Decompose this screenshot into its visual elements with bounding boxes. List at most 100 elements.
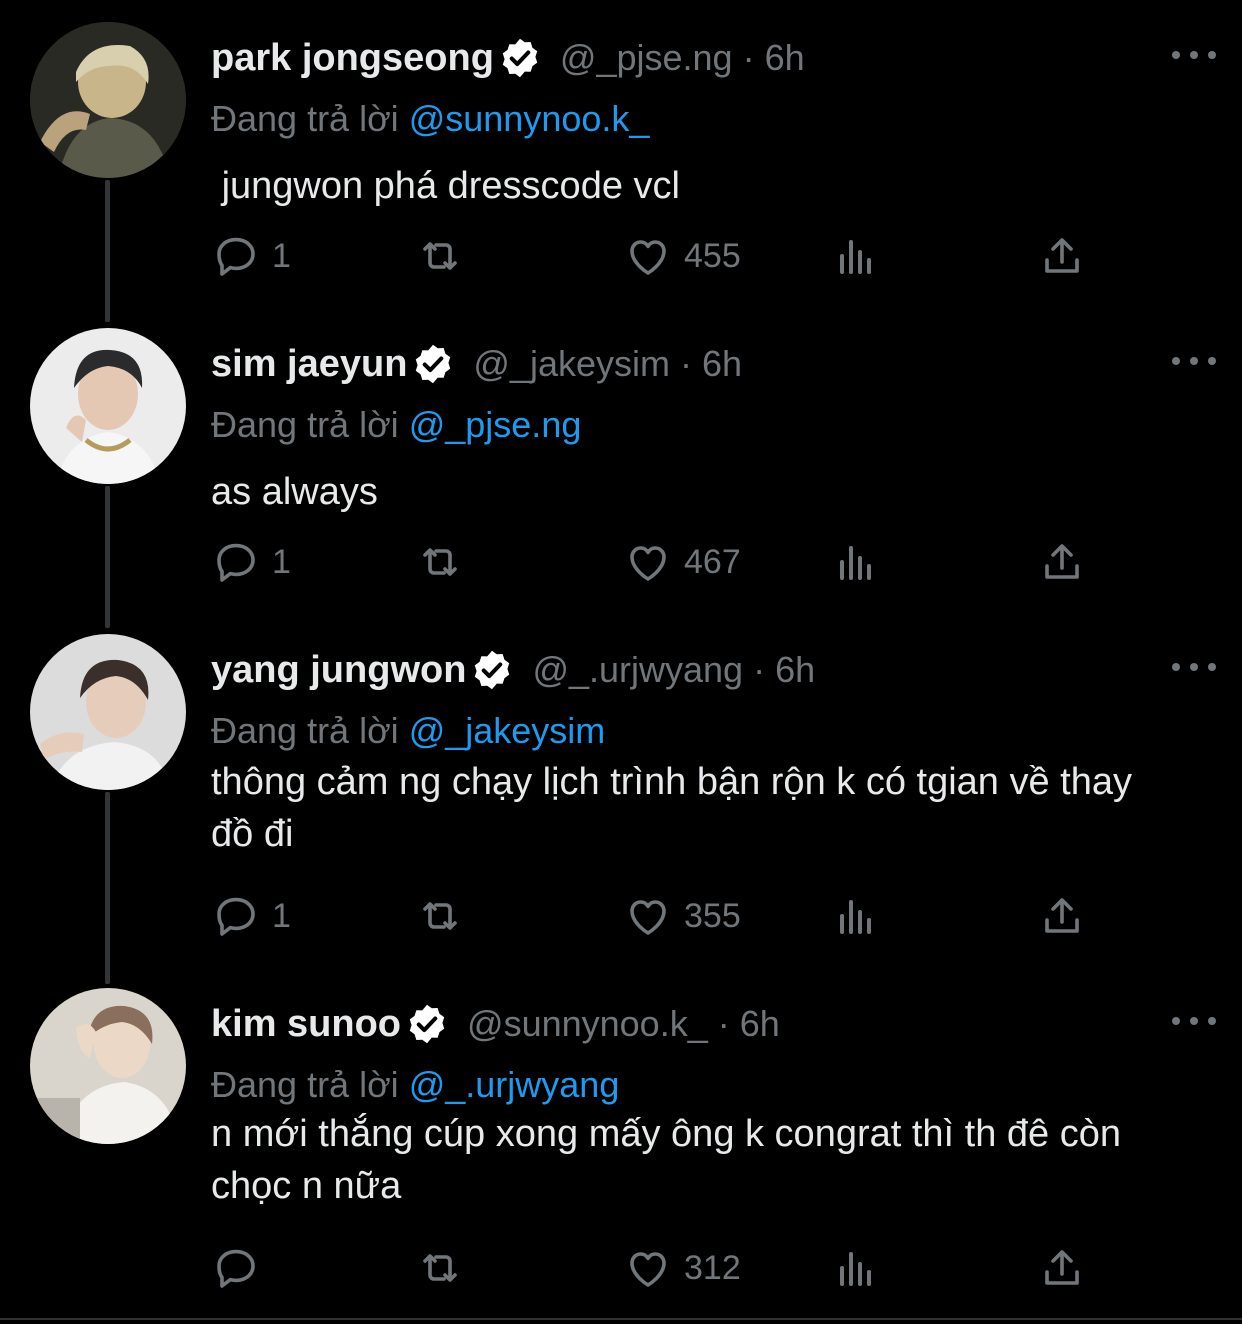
separator-dot: · xyxy=(680,343,693,384)
verified-icon xyxy=(405,1002,449,1046)
separator-dot: · xyxy=(753,649,766,690)
timestamp[interactable]: 6h xyxy=(765,37,805,79)
share-icon xyxy=(1045,544,1079,579)
tweet-text: n mới thắng cúp xong mấy ông k congrat t… xyxy=(211,1113,1132,1207)
tweet[interactable]: sim jaeyun @_jakeysim · 6h Đang trả lời … xyxy=(0,328,1242,618)
action-bar: 1 355 xyxy=(0,886,1242,946)
user-handle[interactable]: @_jakeysim xyxy=(473,343,670,385)
replying-to-link[interactable]: @_pjse.ng xyxy=(409,404,582,445)
display-name[interactable]: park jongseong xyxy=(211,37,494,80)
reply-button[interactable]: 1 xyxy=(212,226,291,286)
tweet-header: sim jaeyun @_jakeysim · 6h xyxy=(211,336,742,392)
replying-to-link[interactable]: @_.urjwyang xyxy=(409,1064,620,1105)
retweet-icon xyxy=(423,242,457,270)
avatar-image xyxy=(30,22,186,178)
retweet-icon xyxy=(423,1254,457,1282)
more-icon[interactable] xyxy=(1172,346,1216,376)
verified-icon xyxy=(498,36,542,80)
replying-to-link[interactable]: @_jakeysim xyxy=(409,710,606,751)
views-button[interactable] xyxy=(832,1238,892,1298)
avatar[interactable] xyxy=(30,634,186,790)
replying-to-label: Đang trả lời xyxy=(211,710,399,751)
replying-to: Đang trả lời @sunnynoo.k_ xyxy=(211,98,649,140)
avatar[interactable] xyxy=(30,988,186,1144)
views-icon xyxy=(840,1252,871,1286)
views-button[interactable] xyxy=(832,226,892,286)
reply-button[interactable] xyxy=(212,1238,272,1298)
share-icon xyxy=(1045,898,1079,933)
tweet-text: as always xyxy=(211,471,378,513)
replying-to: Đang trả lời @_pjse.ng xyxy=(211,404,581,446)
user-handle[interactable]: @sunnynoo.k_ xyxy=(467,1003,708,1045)
replying-to-link[interactable]: @sunnynoo.k_ xyxy=(409,98,650,139)
like-count: 467 xyxy=(684,542,741,581)
like-button[interactable]: 312 xyxy=(624,1238,741,1298)
tweet[interactable]: park jongseong @_pjse.ng · 6h Đang trả l… xyxy=(0,22,1242,312)
tweet[interactable]: yang jungwon @_.urjwyang · 6h Đang trả l… xyxy=(0,634,1242,974)
avatar[interactable] xyxy=(30,22,186,178)
more-icon[interactable] xyxy=(1172,40,1216,70)
avatar-image xyxy=(30,634,186,790)
user-handle[interactable]: @_.urjwyang xyxy=(532,649,743,691)
verified-icon xyxy=(411,342,455,386)
views-icon xyxy=(840,240,871,274)
views-button[interactable] xyxy=(832,532,892,592)
reply-button[interactable]: 1 xyxy=(212,532,291,592)
separator-dot: · xyxy=(742,37,755,78)
like-button[interactable]: 455 xyxy=(624,226,741,286)
retweet-button[interactable] xyxy=(416,886,476,946)
avatar[interactable] xyxy=(30,328,186,484)
display-name[interactable]: kim sunoo xyxy=(211,1003,401,1046)
retweet-icon xyxy=(423,902,457,930)
verified-icon xyxy=(470,648,514,692)
share-icon xyxy=(1045,238,1079,273)
like-button[interactable]: 467 xyxy=(624,532,741,592)
reply-count: 1 xyxy=(272,236,291,275)
replying-to: Đang trả lời @_.urjwyang xyxy=(211,1064,619,1106)
tweet-text: thông cảm ng chạy lịch trình bận rộn k c… xyxy=(211,761,1143,855)
reply-count: 1 xyxy=(272,542,291,581)
views-icon xyxy=(840,546,871,580)
share-button[interactable] xyxy=(1038,1238,1086,1298)
more-icon[interactable] xyxy=(1172,1006,1216,1036)
share-button[interactable] xyxy=(1038,226,1086,286)
timestamp[interactable]: 6h xyxy=(702,343,742,385)
share-icon xyxy=(1045,1250,1079,1285)
separator-dot: · xyxy=(717,1003,730,1044)
action-bar: 1 455 xyxy=(0,226,1242,286)
share-button[interactable] xyxy=(1038,532,1086,592)
timestamp[interactable]: 6h xyxy=(775,649,815,691)
reply-count: 1 xyxy=(272,896,291,935)
tweet-header: kim sunoo @sunnynoo.k_ · 6h xyxy=(211,996,780,1052)
display-name[interactable]: yang jungwon xyxy=(211,649,466,692)
reply-icon xyxy=(217,543,255,582)
more-icon[interactable] xyxy=(1172,652,1216,682)
reply-button[interactable]: 1 xyxy=(212,886,291,946)
replying-to-label: Đang trả lời xyxy=(211,98,399,139)
reply-icon xyxy=(217,1249,255,1288)
like-button[interactable]: 355 xyxy=(624,886,741,946)
avatar-image xyxy=(30,328,186,484)
share-button[interactable] xyxy=(1038,886,1086,946)
replying-to: Đang trả lời @_jakeysim xyxy=(211,710,605,752)
retweet-button[interactable] xyxy=(416,532,476,592)
heart-icon xyxy=(630,900,666,935)
tweet[interactable]: kim sunoo @sunnynoo.k_ · 6h Đang trả lời… xyxy=(0,988,1242,1314)
reply-icon xyxy=(217,897,255,936)
views-button[interactable] xyxy=(832,886,892,946)
like-count: 355 xyxy=(684,896,741,935)
avatar-image xyxy=(30,988,186,1144)
divider xyxy=(0,1318,1242,1320)
heart-icon xyxy=(630,1252,666,1287)
timestamp[interactable]: 6h xyxy=(740,1003,780,1045)
reply-thread: park jongseong @_pjse.ng · 6h Đang trả l… xyxy=(0,0,1242,1324)
user-handle[interactable]: @_pjse.ng xyxy=(560,37,733,79)
display-name[interactable]: sim jaeyun xyxy=(211,343,407,386)
replying-to-label: Đang trả lời xyxy=(211,404,399,445)
like-count: 455 xyxy=(684,236,741,275)
replying-to-label: Đang trả lời xyxy=(211,1064,399,1105)
retweet-button[interactable] xyxy=(416,226,476,286)
heart-icon xyxy=(630,546,666,581)
retweet-button[interactable] xyxy=(416,1238,476,1298)
reply-icon xyxy=(217,237,255,276)
